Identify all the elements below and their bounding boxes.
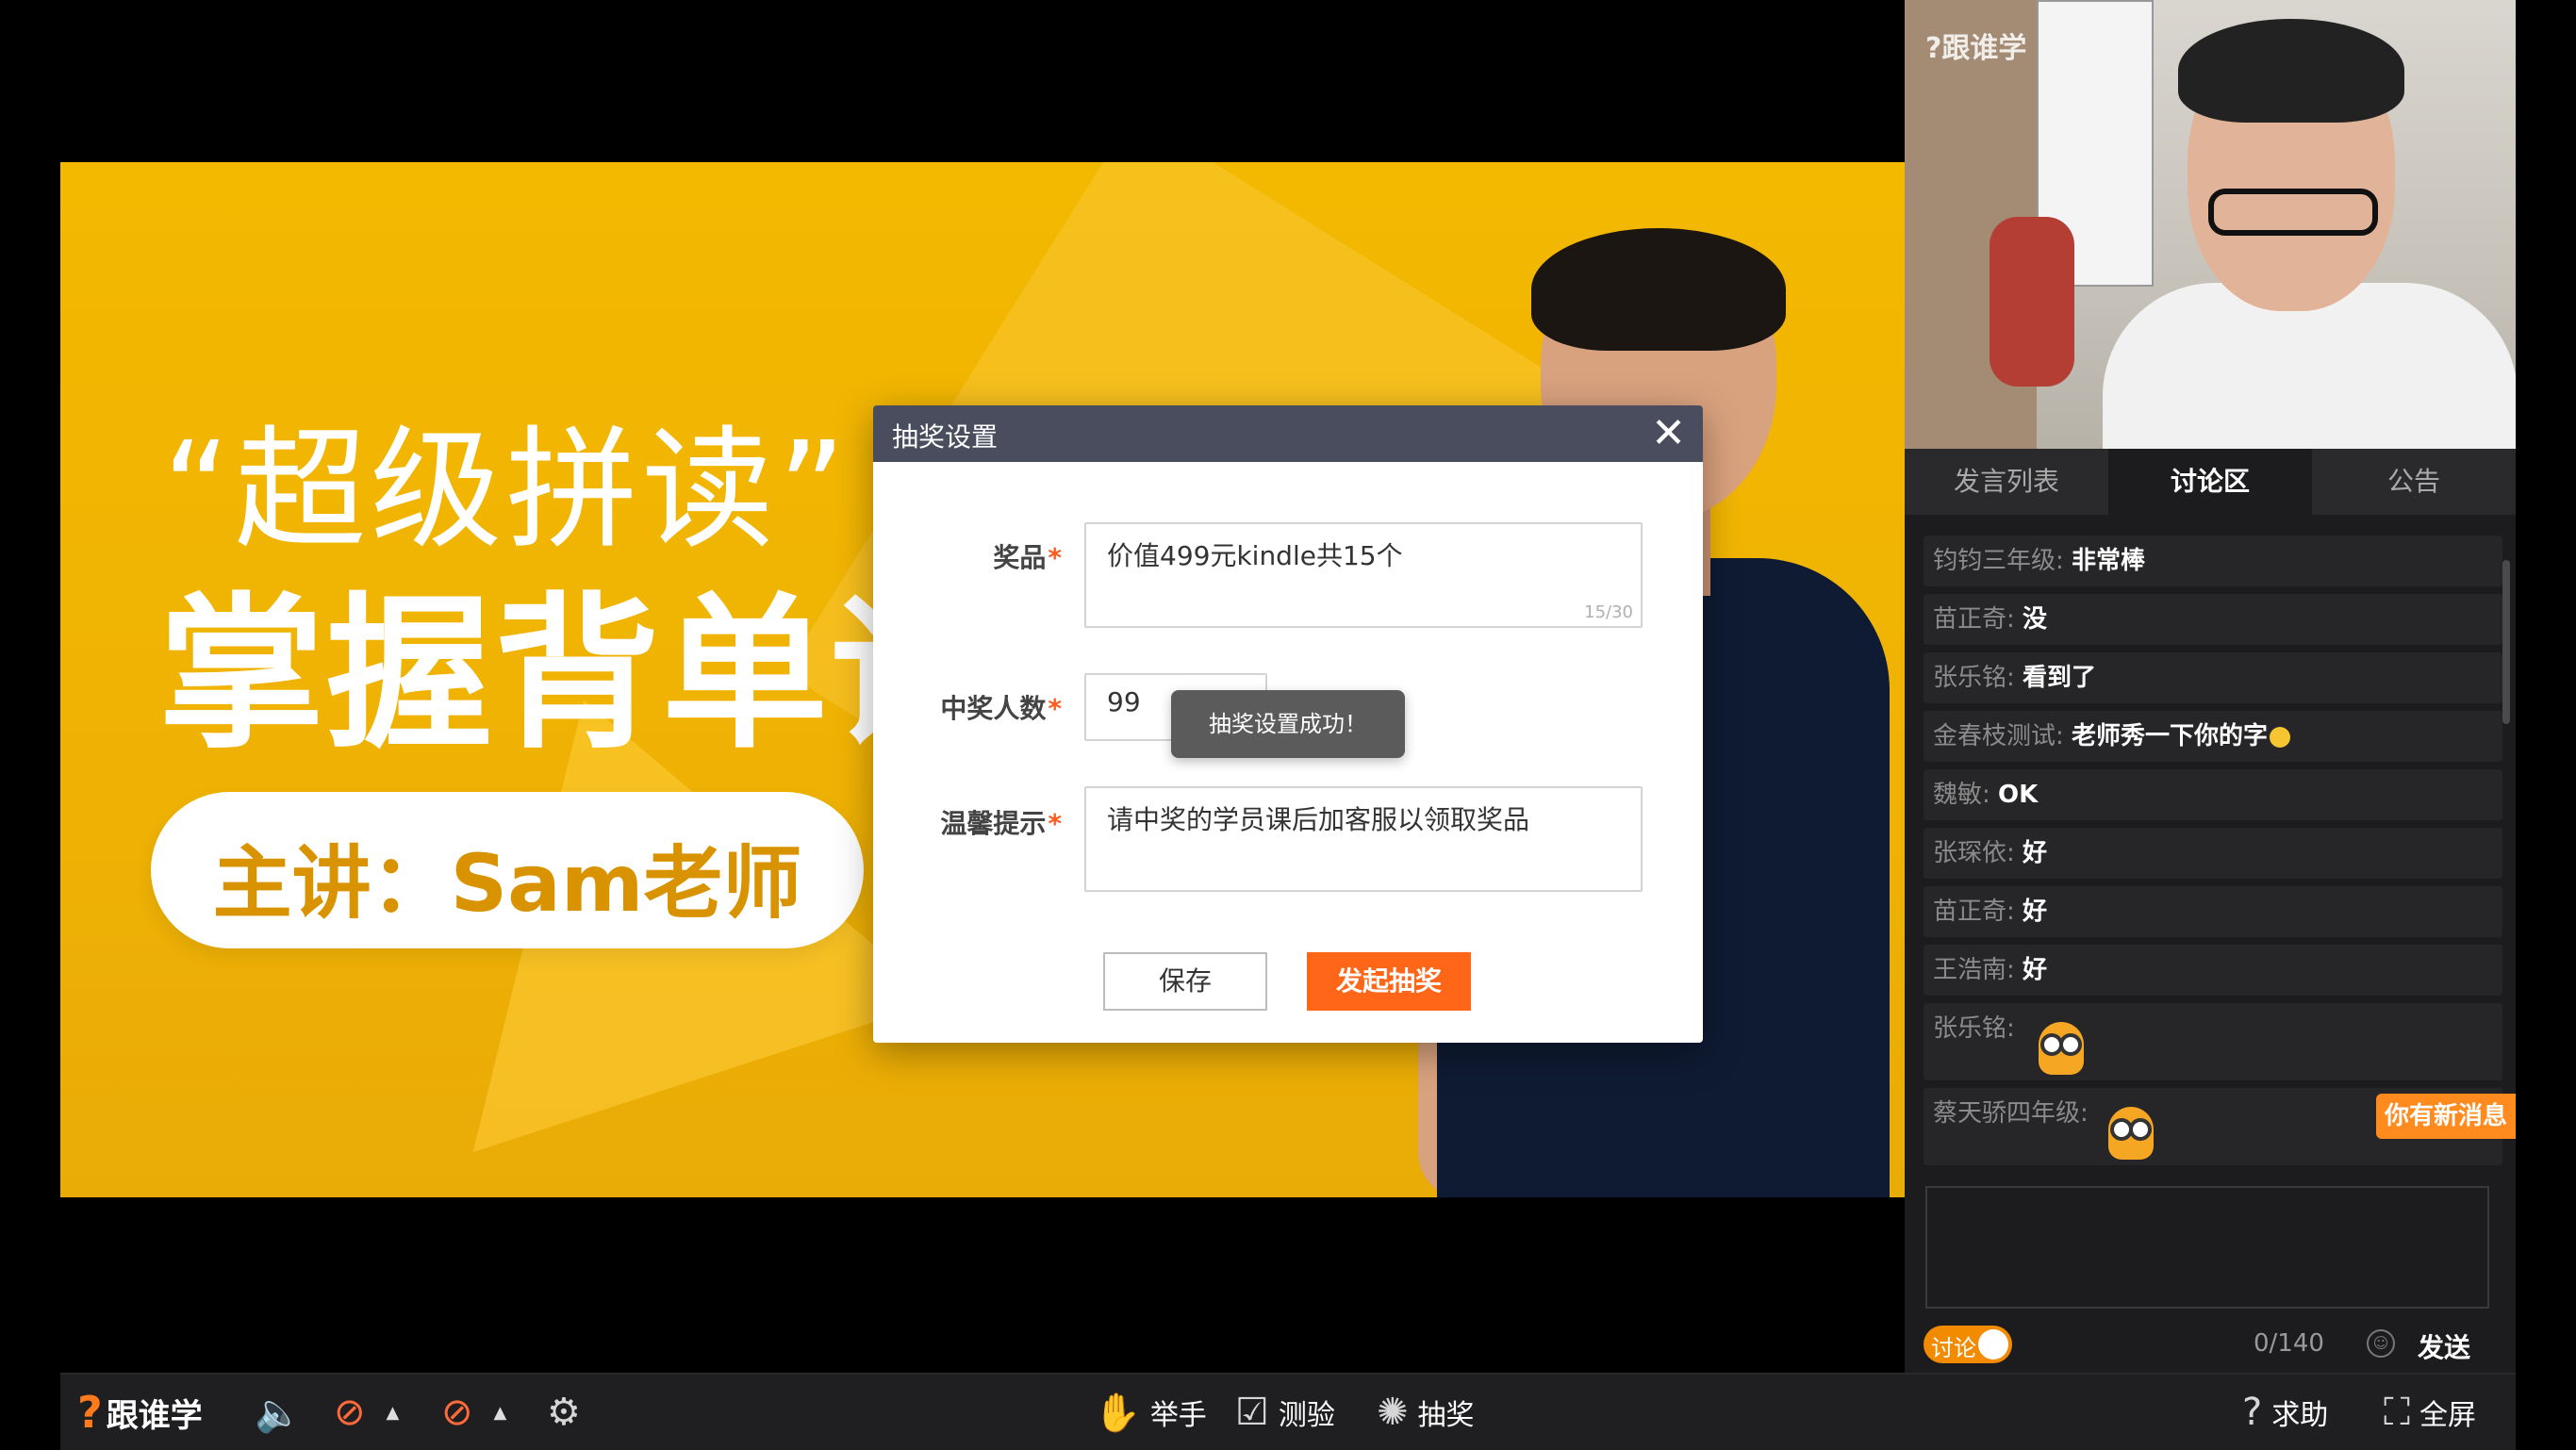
chevron-up-icon[interactable]: ▲ — [494, 1403, 507, 1423]
toggle-label: 讨论 — [1931, 1335, 1976, 1361]
save-button[interactable]: 保存 — [1103, 952, 1267, 1011]
new-message-badge[interactable]: 你有新消息 — [2376, 1094, 2516, 1139]
emoji-picker-icon[interactable]: ☺ — [2367, 1329, 2395, 1358]
quiz-label: 测验 — [1278, 1399, 1335, 1432]
camera-button[interactable]: ⊘ ▲ — [441, 1375, 506, 1450]
brand-question-icon: ? — [77, 1387, 103, 1438]
hand-icon: ✋ — [1094, 1391, 1141, 1435]
discussion-toggle[interactable]: 讨论 — [1924, 1326, 2012, 1363]
owl-sticker-icon — [2108, 1107, 2154, 1160]
chat-scrollbar[interactable] — [2502, 560, 2510, 724]
tab-speaker-list[interactable]: 发言列表 — [1905, 449, 2108, 515]
fullscreen-icon: ⛶ — [2384, 1391, 2410, 1434]
send-button[interactable]: 发送 — [2418, 1327, 2470, 1365]
chat-message: 张乐铭: — [1924, 1003, 2502, 1080]
chat-message: 钧钧三年级: 非常棒 — [1924, 536, 2502, 586]
raise-hand-label: 举手 — [1149, 1399, 1207, 1432]
chat-input[interactable] — [1925, 1186, 2489, 1309]
toggle-knob — [1978, 1329, 2008, 1359]
success-toast: 抽奖设置成功！ — [1171, 690, 1405, 758]
chat-message: 金春枝测试: 老师秀一下你的字 — [1924, 711, 2502, 762]
chat-message: 王浩南: 好 — [1924, 945, 2502, 996]
camera-off-icon: ⊘ — [441, 1391, 473, 1434]
prize-input[interactable]: 价值499元kindle共15个 15/30 — [1084, 522, 1643, 628]
speaker-button[interactable]: 🔈 — [255, 1375, 311, 1450]
fullscreen-label: 全屏 — [2419, 1399, 2476, 1432]
chat-message: 张乐铭: 看到了 — [1924, 652, 2502, 703]
webcam-watermark-logo: ?跟谁学 — [1925, 32, 2027, 65]
lottery-button[interactable]: ✺ 抽奖 — [1377, 1375, 1475, 1450]
quiz-check-icon: ☑ — [1235, 1391, 1269, 1434]
quiz-button[interactable]: ☑ 测验 — [1235, 1375, 1335, 1450]
chat-message: 魏敏: OK — [1924, 769, 2502, 820]
mic-muted-icon: ⊘ — [334, 1391, 366, 1434]
chat-message: 苗正奇: 好 — [1924, 886, 2502, 937]
tip-value: 请中奖的学员课后加客服以领取奖品 — [1107, 804, 1530, 835]
tip-input[interactable]: 请中奖的学员课后加客服以领取奖品 — [1084, 786, 1643, 892]
raise-hand-button[interactable]: ✋ 举手 — [1094, 1375, 1207, 1450]
lottery-wheel-icon: ✺ — [1377, 1391, 1409, 1434]
brand-name: 跟谁学 — [106, 1396, 203, 1435]
microphone-button[interactable]: ⊘ ▲ — [334, 1375, 399, 1450]
chat-message: 张琛依: 好 — [1924, 828, 2502, 879]
smile-emoji-icon — [2270, 726, 2291, 748]
start-lottery-button[interactable]: 发起抽奖 — [1307, 952, 1471, 1011]
help-label: 求助 — [2271, 1399, 2329, 1432]
prize-value: 价值499元kindle共15个 — [1107, 540, 1403, 571]
close-icon[interactable]: ✕ — [1651, 409, 1686, 458]
winners-value: 99 — [1107, 686, 1141, 717]
chat-list[interactable]: 钧钧三年级: 非常棒 苗正奇: 没 张乐铭: 看到了 金春枝测试: 老师秀一下你… — [1924, 536, 2502, 1173]
tab-discussion[interactable]: 讨论区 — [2108, 449, 2312, 515]
brand-logo: ? 跟谁学 — [77, 1375, 203, 1450]
settings-button[interactable]: ⚙ — [547, 1375, 590, 1450]
prize-label: 奖品* — [993, 542, 1062, 573]
lottery-settings-dialog: 抽奖设置 ✕ 奖品* 价值499元kindle共15个 15/30 中奖人数* … — [873, 405, 1703, 1043]
panel-tabs: 发言列表 讨论区 公告 — [1905, 449, 2516, 515]
lottery-label: 抽奖 — [1417, 1399, 1475, 1432]
speaker-icon: 🔈 — [255, 1391, 302, 1435]
help-icon: ? — [2242, 1391, 2263, 1434]
tip-label: 温馨提示* — [940, 808, 1062, 839]
presenter-pill: 主讲：Sam老师 — [151, 792, 864, 948]
gear-icon: ⚙ — [547, 1391, 581, 1434]
prize-char-count: 15/30 — [1584, 602, 1633, 622]
presenter-label: 主讲：Sam老师 — [212, 837, 802, 930]
owl-sticker-icon — [2039, 1022, 2084, 1075]
chat-message: 苗正奇: 没 — [1924, 594, 2502, 645]
fullscreen-button[interactable]: ⛶ 全屏 — [2384, 1375, 2476, 1450]
chat-footer: 讨论 0/140 ☺ 发送 — [1924, 1322, 2499, 1367]
help-button[interactable]: ? 求助 — [2242, 1375, 2328, 1450]
winners-label: 中奖人数* — [940, 693, 1062, 724]
slide-title-line2: 掌握背单词 — [158, 578, 999, 771]
char-counter: 0/140 — [2254, 1329, 2324, 1358]
tab-announcement[interactable]: 公告 — [2312, 449, 2516, 515]
dialog-header: 抽奖设置 ✕ — [873, 405, 1703, 462]
bottom-toolbar: ? 跟谁学 🔈 ⊘ ▲ ⊘ ▲ ⚙ ✋ 举手 ☑ 测验 ✺ 抽奖 ? 求助 ⛶ … — [60, 1373, 2516, 1450]
teacher-webcam: ?跟谁学 — [1905, 0, 2516, 449]
dialog-title: 抽奖设置 — [892, 421, 999, 453]
chevron-up-icon[interactable]: ▲ — [387, 1403, 400, 1423]
